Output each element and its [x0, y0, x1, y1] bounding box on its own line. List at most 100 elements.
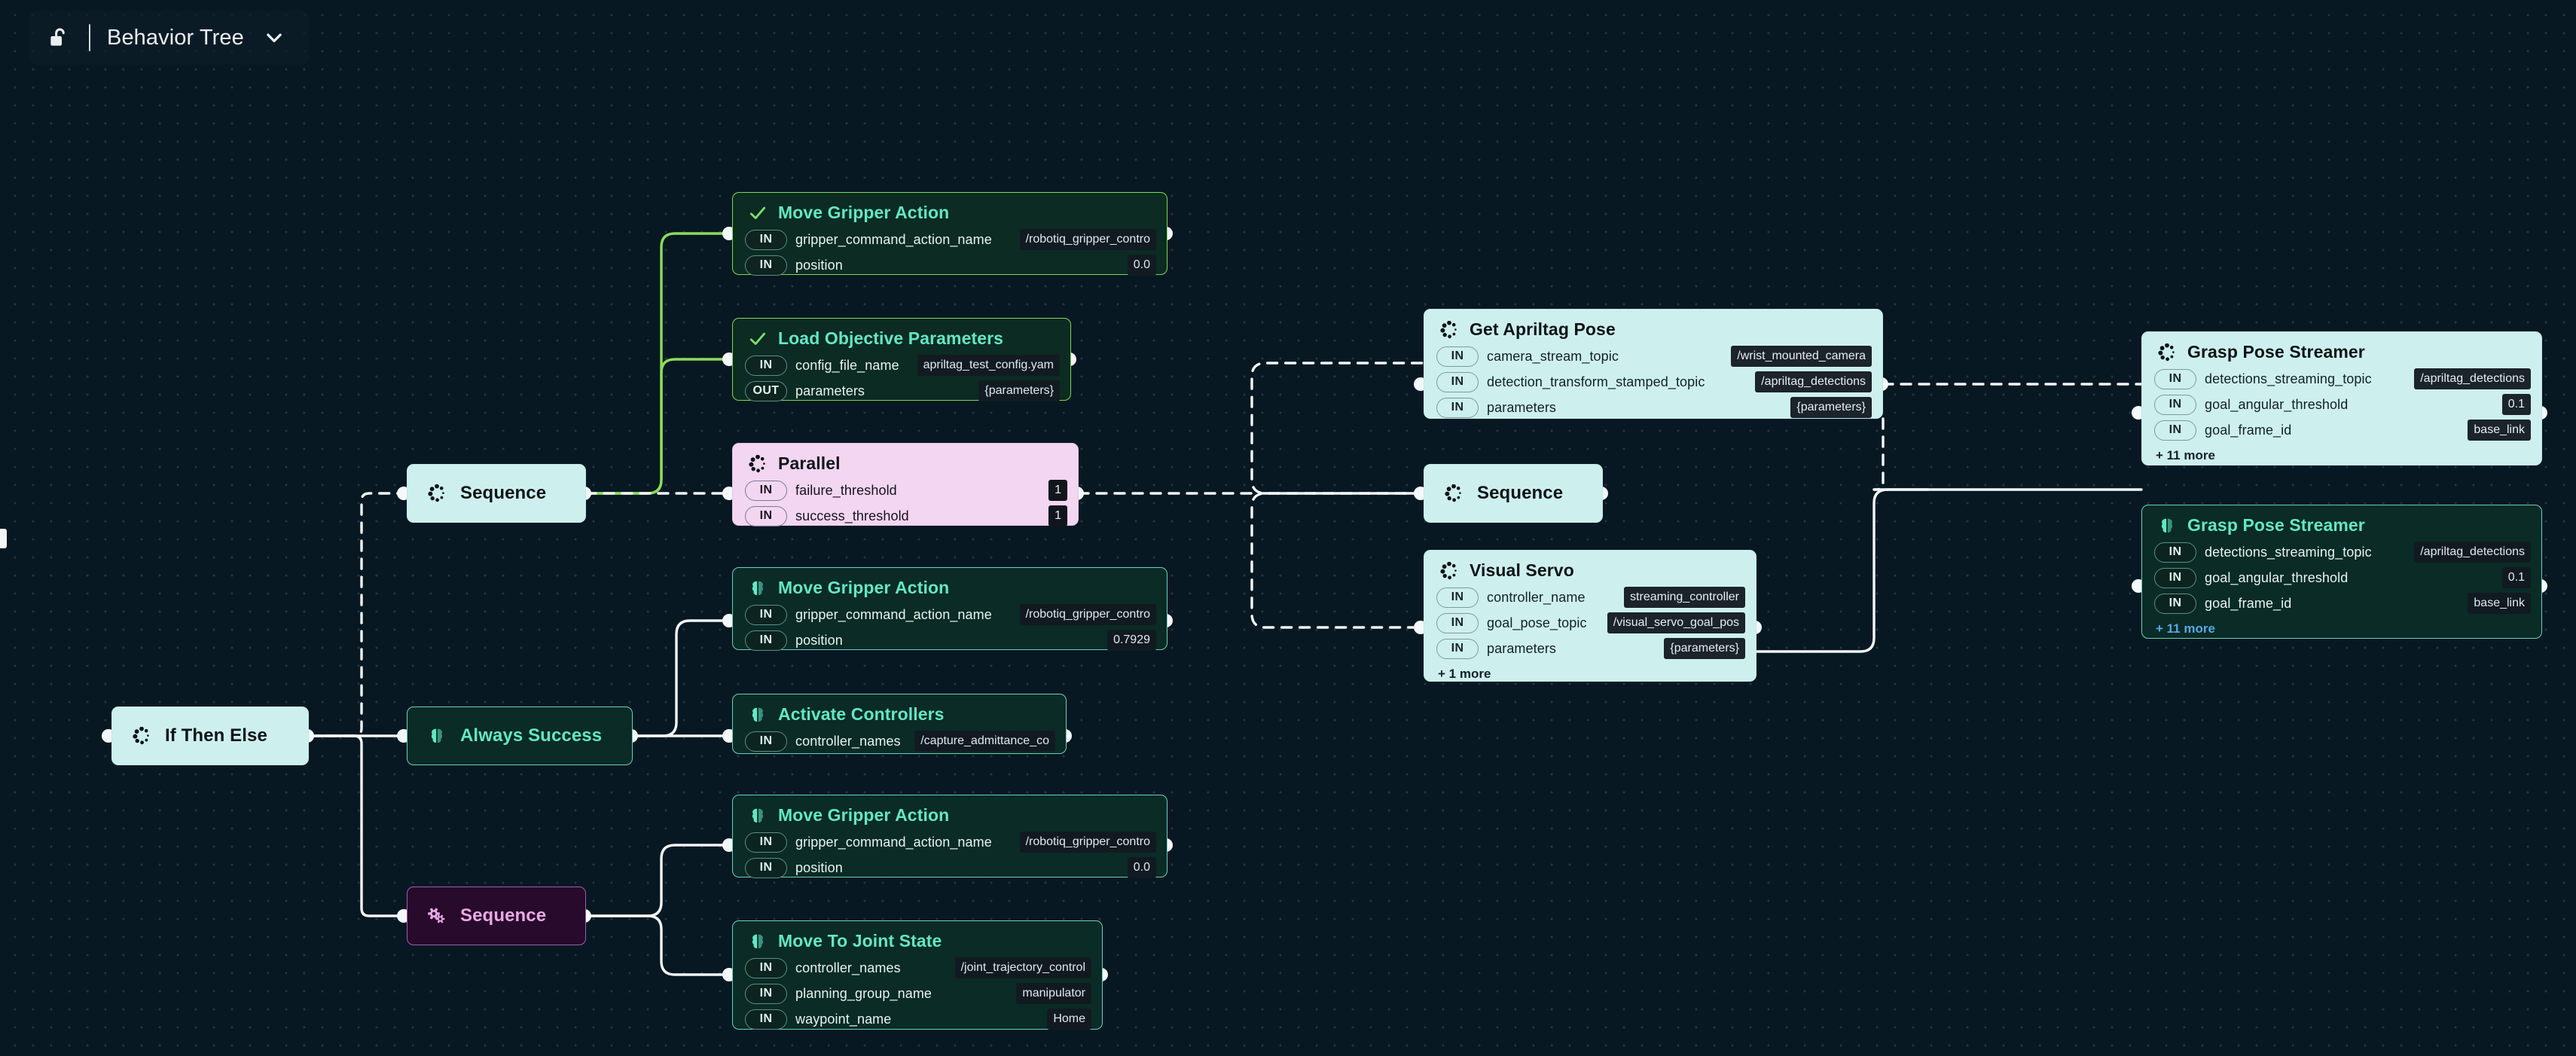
- port-value-input[interactable]: /apriltag_detections: [2414, 368, 2531, 389]
- port-row: IN controller_name streaming_controller: [1436, 586, 1745, 609]
- node-title: If Then Else: [165, 725, 267, 746]
- show-more-ports-link[interactable]: + 11 more: [2142, 448, 2541, 470]
- node-title: Move To Joint State: [778, 931, 942, 951]
- node-parallel[interactable]: Parallel IN failure_threshold 1 IN success_th…: [732, 443, 1079, 526]
- port-direction-badge: IN: [745, 255, 787, 276]
- node-get-apriltag-pose[interactable]: Get Apriltag Pose IN camera_stream_topic/w…: [1424, 309, 1883, 419]
- unlock-icon[interactable]: [45, 24, 72, 51]
- edge-e-seqtop-mg1: [584, 232, 734, 495]
- port-direction-badge: IN: [1436, 371, 1479, 392]
- port-name: goal_pose_topic: [1487, 615, 1587, 630]
- port-row: IN controller_names/capture_admittance_co: [745, 730, 1055, 752]
- node-grasp-pose-streamer-1[interactable]: Grasp Pose Streamer IN detections_streamin…: [2141, 331, 2542, 465]
- spinner-icon: [427, 484, 447, 503]
- port-value-input[interactable]: /visual_servo_goal_pos: [1607, 612, 1745, 633]
- node-move-gripper-2[interactable]: Move Gripper Action IN gripper_command_act…: [732, 567, 1167, 651]
- edge-e-seqmid-vs: [1250, 492, 1425, 629]
- node-always-success[interactable]: Always Success: [407, 707, 633, 765]
- node-move-gripper-3[interactable]: Move Gripper Action IN gripper_command_act…: [732, 795, 1167, 878]
- port-value-input[interactable]: 1: [1048, 480, 1067, 501]
- node-visual-servo[interactable]: Visual Servo IN controller_name streaming_c…: [1424, 550, 1757, 682]
- node-title: Move Gripper Action: [778, 203, 950, 222]
- node-activate-controllers[interactable]: Activate Controllers IN controller_names/c…: [732, 694, 1067, 754]
- port-value-input[interactable]: /robotiq_gripper_contro: [1019, 832, 1156, 853]
- node-grasp-pose-streamer-2[interactable]: Grasp Pose Streamer IN detections_streamin…: [2141, 505, 2542, 639]
- port-name: controller_names: [795, 960, 901, 975]
- port-value-input[interactable]: /joint_trajectory_control: [954, 957, 1091, 978]
- node-ports: IN controller_names/capture_admittance_co: [733, 730, 1066, 761]
- port-value-input[interactable]: {parameters}: [1664, 638, 1745, 659]
- edge-e-ite-seqbot: [307, 734, 408, 917]
- port-value-input[interactable]: /apriltag_detections: [1755, 371, 1872, 392]
- port-direction-badge: IN: [745, 983, 787, 1004]
- port-value-input[interactable]: 0.1: [2501, 567, 2531, 588]
- port-value-input[interactable]: manipulator: [1016, 983, 1091, 1004]
- port-value-input[interactable]: /robotiq_gripper_contro: [1019, 229, 1156, 250]
- brain-icon: [748, 806, 768, 826]
- spinner-icon: [132, 726, 151, 746]
- port-row: OUT parameters {parameters}: [745, 380, 1060, 402]
- node-header: Move Gripper Action: [733, 795, 1167, 831]
- brain-icon: [748, 932, 768, 951]
- port-value-input[interactable]: /wrist_mounted_camera: [1731, 346, 1872, 367]
- node-ports: IN detections_streaming_topic/apriltag_de…: [2142, 368, 2541, 450]
- node-sequence-top[interactable]: Sequence: [407, 464, 586, 523]
- node-move-gripper-1[interactable]: Move Gripper Action IN gripper_command_act…: [732, 192, 1167, 276]
- port-value-input[interactable]: /robotiq_gripper_contro: [1019, 604, 1156, 625]
- port-row: IN success_threshold 1: [745, 505, 1067, 527]
- port-direction-badge: IN: [745, 604, 787, 625]
- node-sequence-mid[interactable]: Sequence: [1424, 464, 1603, 523]
- port-row: IN goal_pose_topic/visual_servo_goal_pos: [1436, 612, 1745, 634]
- port-value-input[interactable]: base_link: [2468, 593, 2531, 614]
- port-value-input[interactable]: 0.7929: [1107, 630, 1156, 651]
- port-direction-badge: IN: [745, 229, 787, 250]
- port-direction-badge: IN: [1436, 638, 1479, 659]
- chevron-down-icon[interactable]: [259, 23, 289, 53]
- port-row: IN controller_names/joint_trajectory_cont…: [745, 957, 1091, 979]
- spinner-icon: [1439, 320, 1459, 340]
- port-name: position: [795, 859, 843, 875]
- spinner-icon: [748, 454, 768, 474]
- port-value-input[interactable]: 0.0: [1127, 255, 1156, 276]
- port-direction-badge: IN: [745, 355, 787, 376]
- node-title: Move Gripper Action: [778, 805, 950, 825]
- port-row: IN gripper_command_action_name/robotiq_gr…: [745, 603, 1156, 626]
- port-name: detections_streaming_topic: [2205, 371, 2372, 386]
- port-direction-badge: IN: [1436, 397, 1479, 418]
- node-title: Sequence: [460, 905, 547, 926]
- port-value-input[interactable]: /capture_admittance_co: [914, 731, 1055, 752]
- port-value-input[interactable]: Home: [1047, 1009, 1091, 1030]
- port-value-input[interactable]: base_link: [2468, 420, 2531, 441]
- port-value-input[interactable]: apriltag_test_config.yam: [917, 355, 1060, 376]
- port-direction-badge: IN: [745, 832, 787, 853]
- node-move-to-joint-state[interactable]: Move To Joint State IN controller_names/jo…: [732, 920, 1103, 1030]
- port-value-input[interactable]: 1: [1048, 505, 1067, 526]
- port-row: IN parameters {parameters}: [1436, 637, 1745, 660]
- port-value-input[interactable]: {parameters}: [1790, 397, 1872, 418]
- port-value-input[interactable]: {parameters}: [978, 380, 1060, 401]
- port-value-input[interactable]: 0.0: [1127, 857, 1156, 878]
- show-more-ports-link[interactable]: + 1 more: [1424, 667, 1756, 688]
- port-row: IN parameters {parameters}: [1436, 396, 1872, 419]
- port-row: IN goal_angular_threshold 0.1: [2154, 566, 2531, 589]
- port-value-input[interactable]: 0.1: [2501, 394, 2531, 415]
- behavior-tree-canvas[interactable]: Behavior Tree If Then Else Sequence Alway…: [0, 0, 2576, 1056]
- port-direction-badge: IN: [1436, 612, 1479, 633]
- port-row: IN gripper_command_action_name/robotiq_gr…: [745, 831, 1156, 853]
- spinner-icon: [1439, 561, 1459, 581]
- node-sequence-bottom[interactable]: Sequence: [407, 887, 586, 945]
- node-if-then-else[interactable]: If Then Else: [111, 707, 309, 765]
- node-load-objective-parameters[interactable]: Load Objective Parameters IN config_file_n…: [732, 318, 1071, 401]
- show-more-ports-link[interactable]: + 11 more: [2142, 621, 2541, 643]
- port-direction-badge: IN: [2154, 567, 2196, 588]
- port-name: position: [795, 632, 843, 648]
- port-row: IN waypoint_name Home: [745, 1008, 1091, 1030]
- node-header: Get Apriltag Pose: [1424, 310, 1882, 345]
- port-value-input[interactable]: /apriltag_detections: [2414, 542, 2531, 563]
- toolbar: Behavior Tree: [29, 11, 309, 65]
- port-direction-badge: IN: [1436, 587, 1479, 608]
- port-row: IN detection_transform_stamped_topic/apri…: [1436, 371, 1872, 393]
- edge-e-vs-gps2: [1755, 488, 1930, 653]
- port-name: gripper_command_action_name: [795, 231, 992, 247]
- port-value-input[interactable]: streaming_controller: [1624, 587, 1745, 608]
